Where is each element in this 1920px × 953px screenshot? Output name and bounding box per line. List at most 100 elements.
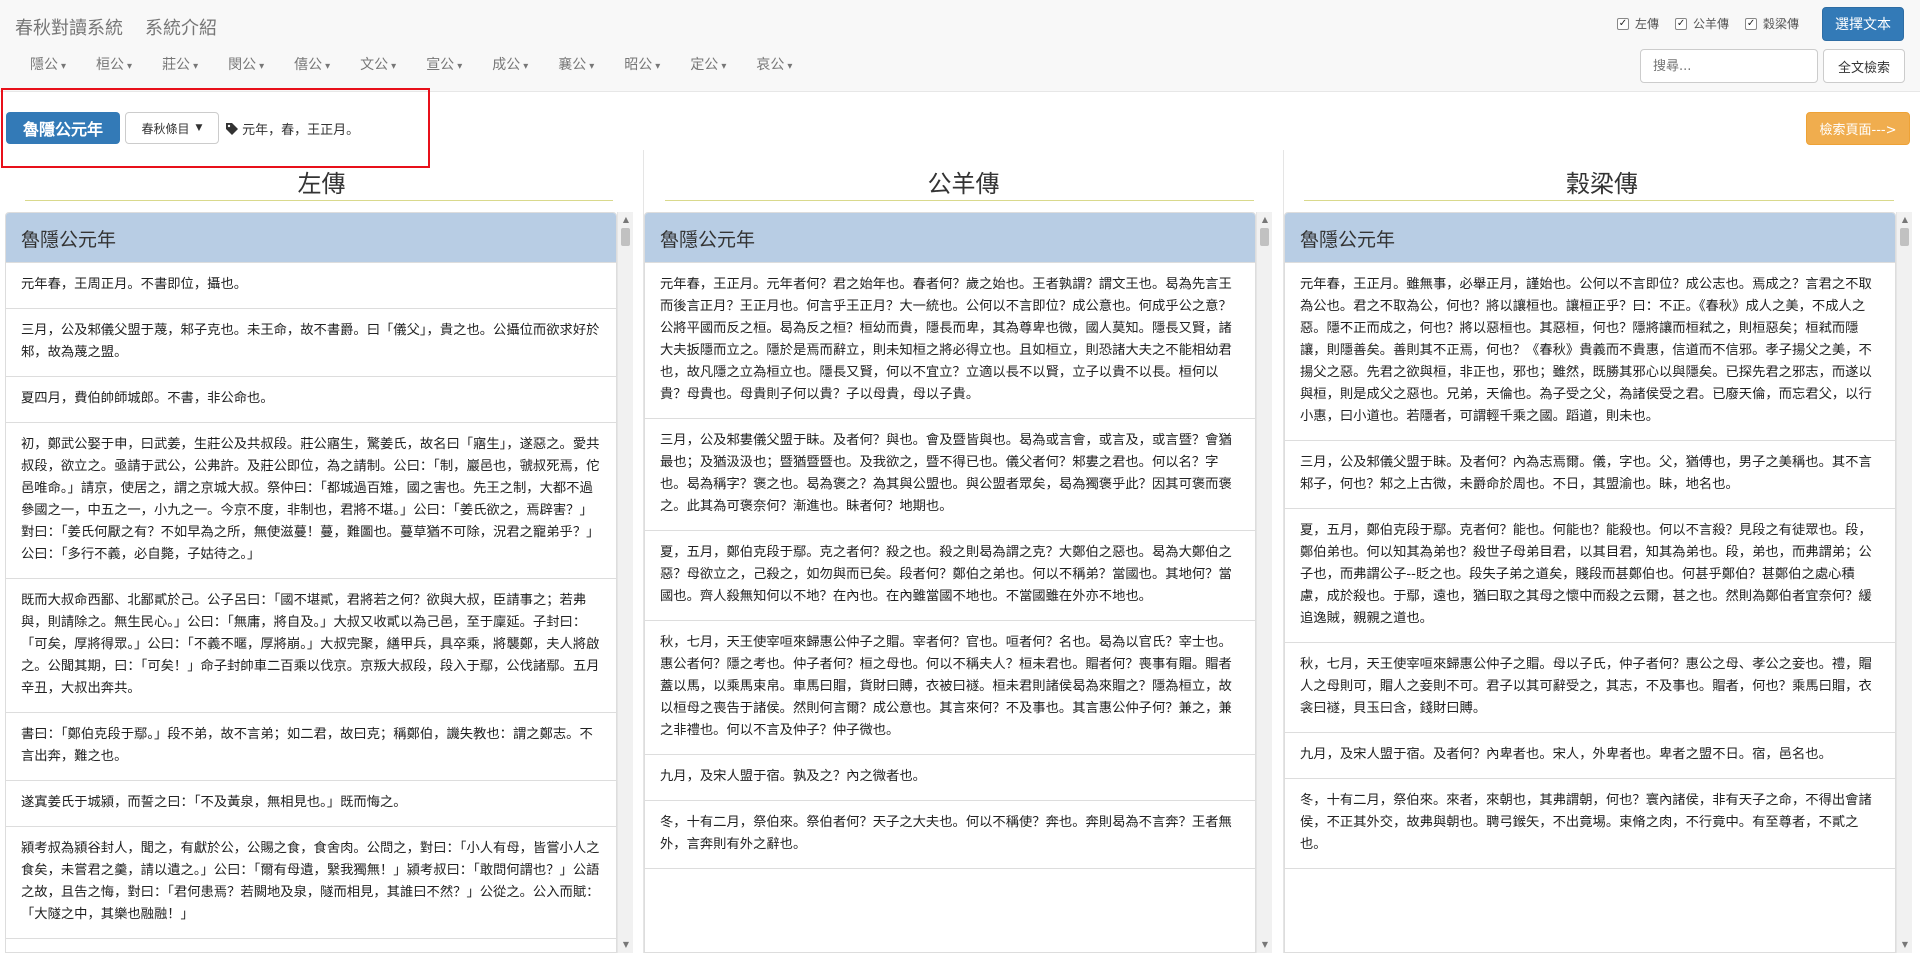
text-checkbox[interactable]: ✓ 穀梁傳 <box>1745 15 1799 32</box>
title-rule <box>25 200 613 201</box>
caret-down-icon: ▾ <box>655 61 661 72</box>
year-badge[interactable]: 魯隱公元年 <box>6 112 120 144</box>
text-checkbox[interactable]: ✓ 左傳 <box>1617 15 1659 32</box>
checkbox-icon[interactable]: ✓ <box>1675 17 1688 30</box>
menu-item[interactable]: 宣公 ▾ <box>426 54 462 78</box>
menu-item-label: 襄公 <box>558 57 587 73</box>
scroll-down-icon[interactable]: ▼ <box>1257 937 1273 953</box>
intro-link[interactable]: 系統介紹 <box>145 18 217 39</box>
select-text-button[interactable]: 選擇文本 <box>1822 7 1904 41</box>
text-panel: 魯隱公元年 元年春，王正月。雖無事，必舉正月，謹始也。公何以不言即位？成公志也。… <box>1284 212 1896 953</box>
scrollbar[interactable]: ▲ ▼ <box>617 212 633 953</box>
scroll-thumb[interactable] <box>621 228 630 246</box>
scroll-down-icon[interactable]: ▼ <box>1897 937 1913 953</box>
text-selection-checkboxes: ✓ 左傳 ✓ 公羊傳 ✓ 穀梁傳 <box>1617 15 1815 32</box>
menu-item-label: 莊公 <box>162 57 191 73</box>
menu-item-label: 閔公 <box>228 57 257 73</box>
menu-item-label: 文公 <box>360 57 389 73</box>
title-rule <box>665 200 1254 201</box>
text-entry: 三月，公及邾婁儀父盟于眛。及者何？與也。會及暨皆與也。曷為或言會，或言及，或言暨… <box>645 419 1255 531</box>
scrollbar[interactable]: ▲ ▼ <box>1256 212 1272 953</box>
text-entry: 冬，十有二月，祭伯來。祭伯者何？天子之大夫也。何以不稱使？奔也。奔則曷為不言奔？… <box>645 801 1255 869</box>
text-entry: 潁考叔為潁谷封人，聞之，有獻於公，公賜之食，食舍肉。公問之，對曰：「小人有母，皆… <box>6 827 616 939</box>
panel-heading: 魯隱公元年 <box>1285 213 1895 263</box>
search-page-button[interactable]: 檢索頁面---> <box>1806 112 1910 145</box>
entry-list: 元年春，王周正月。不書即位，攝也。 三月，公及邾儀父盟于蔑，邾子克也。未王命，故不… <box>6 263 616 939</box>
scroll-up-icon[interactable]: ▲ <box>1897 212 1913 228</box>
menu-item[interactable]: 襄公 ▾ <box>558 54 594 78</box>
duke-menu: 隱公 ▾ 桓公 ▾ 莊公 ▾ 閔公 ▾ 僖公 ▾ 文公 ▾ 宣公 ▾ 成公 ▾ 襄公 ▾ 昭公 ▾ 定公 ▾ 哀公 ▾ <box>10 54 802 78</box>
menu-item[interactable]: 隱公 ▾ <box>30 54 66 78</box>
search-input[interactable] <box>1640 49 1818 83</box>
menu-item-label: 僖公 <box>294 57 323 73</box>
caret-down-icon: ▾ <box>391 61 397 72</box>
caret-down-icon: ▾ <box>127 61 133 72</box>
menu-item[interactable]: 桓公 ▾ <box>96 54 132 78</box>
text-entry: 三月，公及邾儀父盟于眛。及者何？內為志焉爾。儀，字也。父，猶傅也，男子之美稱也。… <box>1285 441 1895 509</box>
menu-item-label: 桓公 <box>96 57 125 73</box>
text-entry: 夏四月，費伯帥師城郎。不書，非公命也。 <box>6 377 616 423</box>
text-panel: 魯隱公元年 元年春，王周正月。不書即位，攝也。 三月，公及邾儀父盟于蔑，邾子克也。… <box>5 212 617 953</box>
text-entry: 冬，十有二月，祭伯來。來者，來朝也，其弗謂朝，何也？寰內諸侯，非有天子之命，不得… <box>1285 779 1895 869</box>
checkbox-icon[interactable]: ✓ <box>1617 17 1629 30</box>
scrollbar[interactable]: ▲ ▼ <box>1896 212 1912 953</box>
brand-title[interactable]: 春秋對讀系統 <box>15 18 123 39</box>
text-entry: 夏，五月，鄭伯克段于鄢。克者何？能也。何能也？能殺也。何以不言殺？見段之有徒眾也… <box>1285 509 1895 643</box>
caret-down-icon: ▾ <box>589 61 595 72</box>
menu-item-label: 昭公 <box>624 57 653 73</box>
menu-item[interactable]: 閔公 ▾ <box>228 54 264 78</box>
caret-down-icon: ▾ <box>193 61 199 72</box>
fulltext-search-button[interactable]: 全文檢索 <box>1823 49 1905 83</box>
text-entry: 夏，五月，鄭伯克段于鄢。克之者何？殺之也。殺之則曷為謂之克？大鄭伯之惡也。曷為大… <box>645 531 1255 621</box>
menu-item[interactable]: 文公 ▾ <box>360 54 396 78</box>
menu-item[interactable]: 成公 ▾ <box>492 54 528 78</box>
text-entry: 秋，七月，天王使宰咺來歸惠公仲子之賵。母以子氏，仲子者何？惠公之母、孝公之妾也。… <box>1285 643 1895 733</box>
title-rule <box>1304 200 1894 201</box>
text-entry: 初，鄭武公娶于申，曰武姜，生莊公及共叔段。莊公寤生，驚姜氏，故名曰「寤生」，遂惡… <box>6 423 616 579</box>
menu-item[interactable]: 昭公 ▾ <box>624 54 660 78</box>
caret-down-icon: ▾ <box>787 61 793 72</box>
entry-list: 元年春，王正月。元年者何？君之始年也。春者何？歲之始也。王者孰謂？謂文王也。曷為… <box>645 263 1255 869</box>
text-entry: 元年春，王周正月。不書即位，攝也。 <box>6 263 616 309</box>
caret-down-icon: ▼ <box>195 123 203 133</box>
scroll-thumb[interactable] <box>1900 228 1909 246</box>
menu-item-label: 宣公 <box>426 57 455 73</box>
text-entry: 元年春，王正月。元年者何？君之始年也。春者何？歲之始也。王者孰謂？謂文王也。曷為… <box>645 263 1255 419</box>
text-entry: 三月，公及邾儀父盟于蔑，邾子克也。未王命，故不書爵。曰「儀父」，貴之也。公攝位而… <box>6 309 616 377</box>
entry-list: 元年春，王正月。雖無事，必舉正月，謹始也。公何以不言即位？成公志也。焉成之？言君… <box>1285 263 1895 869</box>
panel-heading: 魯隱公元年 <box>645 213 1255 263</box>
caret-down-icon: ▾ <box>259 61 265 72</box>
menu-item[interactable]: 定公 ▾ <box>690 54 726 78</box>
text-entry: 書曰：「鄭伯克段于鄢。」段不弟，故不言弟；如二君，故曰克；稱鄭伯，譏失教也：謂之… <box>6 713 616 781</box>
text-panel: 魯隱公元年 元年春，王正月。元年者何？君之始年也。春者何？歲之始也。王者孰謂？謂… <box>644 212 1256 953</box>
text-checkbox[interactable]: ✓ 公羊傳 <box>1675 15 1729 32</box>
text-entry: 元年春，王正月。雖無事，必舉正月，謹始也。公何以不言即位？成公志也。焉成之？言君… <box>1285 263 1895 441</box>
column-guliang: 穀梁傳 魯隱公元年 元年春，王正月。雖無事，必舉正月，謹始也。公何以不言即位？成… <box>1284 150 1920 953</box>
column-title: 公羊傳 <box>927 170 1000 198</box>
menu-item[interactable]: 莊公 ▾ <box>162 54 198 78</box>
scroll-down-icon[interactable]: ▼ <box>618 937 634 953</box>
text-entry: 遂寘姜氏于城潁，而誓之曰：「不及黃泉，無相見也。」既而悔之。 <box>6 781 616 827</box>
menu-item-label: 定公 <box>690 57 719 73</box>
scroll-thumb[interactable] <box>1260 228 1269 246</box>
caret-down-icon: ▾ <box>325 61 331 72</box>
checkbox-label: 公羊傳 <box>1693 17 1730 31</box>
panel-heading: 魯隱公元年 <box>6 213 616 263</box>
scroll-up-icon[interactable]: ▲ <box>618 212 634 228</box>
column-title: 穀梁傳 <box>1566 170 1638 198</box>
scroll-up-icon[interactable]: ▲ <box>1257 212 1273 228</box>
caret-down-icon: ▾ <box>721 61 727 72</box>
checkbox-label: 穀梁傳 <box>1763 17 1800 31</box>
checkbox-icon[interactable]: ✓ <box>1745 17 1758 30</box>
text-entry: 既而大叔命西鄙、北鄙貳於己。公子呂曰：「國不堪貳，君將若之何？欲與大叔，臣請事之… <box>6 579 616 713</box>
menu-item-label: 成公 <box>492 57 521 73</box>
menu-item[interactable]: 僖公 ▾ <box>294 54 330 78</box>
column-title: 左傳 <box>297 170 346 198</box>
menu-item[interactable]: 哀公 ▾ <box>756 54 792 78</box>
caret-down-icon: ▾ <box>61 61 67 72</box>
entry-dropdown-label: 春秋條目 <box>141 121 190 136</box>
entry-dropdown-button[interactable]: 春秋條目 ▼ <box>125 112 219 144</box>
tag-text: 元年，春，王正月。 <box>226 119 359 138</box>
caret-down-icon: ▾ <box>457 61 463 72</box>
column-gongyang: 公羊傳 魯隱公元年 元年春，王正月。元年者何？君之始年也。春者何？歲之始也。王者… <box>644 150 1283 953</box>
